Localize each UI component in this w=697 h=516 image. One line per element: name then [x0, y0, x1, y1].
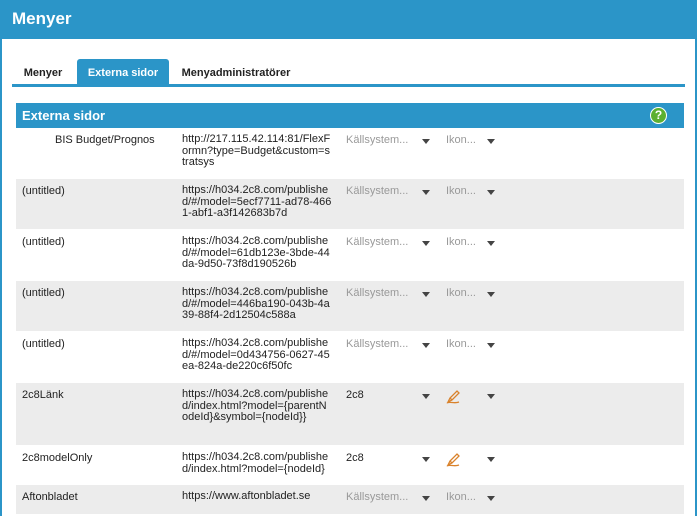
icon-dropdown-caret-icon[interactable] [487, 343, 495, 348]
icon-select[interactable]: Ikon... [446, 287, 486, 299]
table-row[interactable]: (untitled) https://h034.2c8.com/published… [16, 332, 684, 383]
icon-dropdown-caret-icon[interactable] [487, 139, 495, 144]
icon-dropdown-caret-icon[interactable] [487, 241, 495, 246]
source-dropdown-caret-icon[interactable] [422, 292, 430, 297]
icon-select[interactable]: Ikon... [446, 236, 486, 248]
section-title: Externa sidor [22, 108, 106, 123]
app-window: Menyer Menyer Externa sidor Menyadminist… [0, 0, 697, 516]
source-dropdown-caret-icon[interactable] [422, 457, 430, 462]
icon-select[interactable]: Ikon... [446, 185, 486, 197]
source-dropdown-caret-icon[interactable] [422, 241, 430, 246]
table-row[interactable]: Aftonbladet https://www.aftonbladet.se Käl… [16, 485, 684, 515]
pen-icon[interactable] [446, 453, 460, 467]
icon-dropdown-caret-icon[interactable] [487, 394, 495, 399]
tab-externa-sidor[interactable]: Externa sidor [77, 59, 169, 86]
source-dropdown-caret-icon[interactable] [422, 496, 430, 501]
section-header: Externa sidor ? [16, 103, 684, 128]
icon-select[interactable]: Ikon... [446, 491, 486, 503]
source-dropdown-caret-icon[interactable] [422, 190, 430, 195]
row-url[interactable]: https://h034.2c8.com/published/#/model=6… [182, 235, 332, 271]
row-name: 2c8modelOnly [22, 452, 93, 464]
icon-select[interactable]: Ikon... [446, 338, 486, 350]
table-row[interactable]: BIS Budget/Prognos http://217.115.42.114:… [16, 128, 684, 179]
table-row[interactable]: 2c8Länk https://h034.2c8.com/published/in… [16, 383, 684, 446]
source-dropdown-caret-icon[interactable] [422, 139, 430, 144]
row-name: 2c8Länk [22, 389, 64, 401]
row-name: (untitled) [22, 287, 65, 299]
row-url[interactable]: http://217.115.42.114:81/FlexFormn?type=… [182, 133, 332, 169]
external-pages-section: Externa sidor ? BIS Budget/Prognos http:/… [16, 103, 684, 515]
row-name: (untitled) [22, 236, 65, 248]
row-url[interactable]: https://h034.2c8.com/published/#/model=4… [182, 286, 332, 322]
table-row[interactable]: (untitled) https://h034.2c8.com/published… [16, 230, 684, 281]
row-url[interactable]: https://h034.2c8.com/published/#/model=0… [182, 337, 332, 373]
row-name: Aftonbladet [22, 491, 78, 503]
row-url[interactable]: https://h034.2c8.com/published/#/model=5… [182, 184, 332, 220]
table-row[interactable]: (untitled) https://h034.2c8.com/published… [16, 179, 684, 230]
row-url[interactable]: https://h034.2c8.com/published/index.htm… [182, 388, 332, 424]
tab-menyer[interactable]: Menyer [12, 59, 74, 86]
row-url[interactable]: https://www.aftonbladet.se [182, 490, 332, 503]
icon-dropdown-caret-icon[interactable] [487, 292, 495, 297]
tab-menyadministratorer[interactable]: Menyadministratörer [172, 59, 300, 86]
icon-dropdown-caret-icon[interactable] [487, 496, 495, 501]
row-name: (untitled) [22, 338, 65, 350]
icon-select[interactable]: Ikon... [446, 134, 486, 146]
tab-bar: Menyer Externa sidor Menyadministratörer [12, 57, 685, 87]
external-pages-table: BIS Budget/Prognos http://217.115.42.114:… [16, 128, 684, 515]
pen-icon[interactable] [446, 390, 460, 404]
source-dropdown-caret-icon[interactable] [422, 394, 430, 399]
table-row[interactable]: 2c8modelOnly https://h034.2c8.com/publish… [16, 446, 684, 485]
table-row[interactable]: (untitled) https://h034.2c8.com/published… [16, 281, 684, 332]
page-title: Menyer [2, 0, 695, 39]
question-circle-icon[interactable]: ? [650, 107, 667, 124]
row-name: (untitled) [22, 185, 65, 197]
source-dropdown-caret-icon[interactable] [422, 343, 430, 348]
icon-dropdown-caret-icon[interactable] [487, 457, 495, 462]
icon-dropdown-caret-icon[interactable] [487, 190, 495, 195]
row-url[interactable]: https://h034.2c8.com/published/index.htm… [182, 451, 332, 475]
